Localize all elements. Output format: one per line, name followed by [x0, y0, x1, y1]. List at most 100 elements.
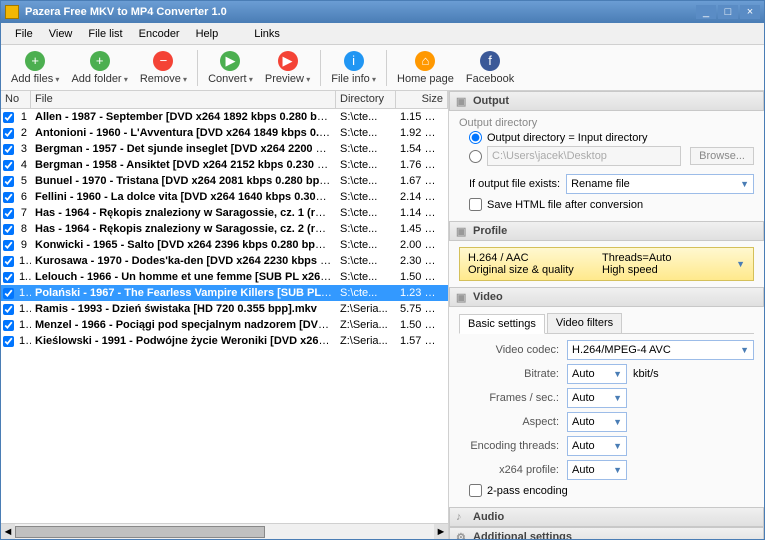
- table-row[interactable]: 8Has - 1964 - Rękopis znaleziony w Sarag…: [1, 221, 448, 237]
- row-checkbox[interactable]: [3, 304, 14, 315]
- row-checkbox[interactable]: [3, 208, 14, 219]
- menu-file[interactable]: File: [7, 26, 41, 42]
- profile-selector[interactable]: H.264 / AAC Original size & quality Thre…: [459, 247, 754, 281]
- 2pass-label: 2-pass encoding: [487, 485, 568, 497]
- toolbar-remove[interactable]: −Remove ▾: [134, 49, 193, 87]
- table-row[interactable]: 3Bergman - 1957 - Det sjunde inseglet [D…: [1, 141, 448, 157]
- facebook-icon: f: [480, 51, 500, 71]
- table-row[interactable]: 7Has - 1964 - Rękopis znaleziony w Sarag…: [1, 205, 448, 221]
- row-checkbox[interactable]: [3, 336, 14, 347]
- profile-panel-header[interactable]: ▣Profile: [449, 221, 764, 241]
- output-panel-header[interactable]: ▣Output: [449, 91, 764, 111]
- audio-panel-header[interactable]: ♪Audio: [449, 507, 764, 527]
- table-row[interactable]: 2Antonioni - 1960 - L'Avventura [DVD x26…: [1, 125, 448, 141]
- row-checkbox[interactable]: [3, 144, 14, 155]
- menu-file-list[interactable]: File list: [80, 26, 130, 42]
- col-no[interactable]: No: [1, 91, 31, 108]
- toolbar-convert[interactable]: ▶Convert ▾: [202, 49, 259, 87]
- fps-combo[interactable]: Auto▼: [567, 388, 627, 408]
- row-directory: S:\cte...: [336, 175, 396, 187]
- tab-basic-settings[interactable]: Basic settings: [459, 314, 545, 334]
- table-row[interactable]: 5Bunuel - 1970 - Tristana [DVD x264 2081…: [1, 173, 448, 189]
- table-row[interactable]: 10Kurosawa - 1970 - Dodes'ka-den [DVD x2…: [1, 253, 448, 269]
- file-exists-combo[interactable]: Rename file▼: [566, 174, 754, 194]
- threads-combo[interactable]: Auto▼: [567, 436, 627, 456]
- row-checkbox[interactable]: [3, 128, 14, 139]
- list-body[interactable]: 1Allen - 1987 - September [DVD x264 1892…: [1, 109, 448, 523]
- toolbar-facebook[interactable]: f Facebook: [460, 49, 520, 87]
- bitrate-combo[interactable]: Auto▼: [567, 364, 627, 384]
- codec-combo[interactable]: H.264/MPEG-4 AVC▼: [567, 340, 754, 360]
- toolbar-preview[interactable]: ▶Preview ▾: [259, 49, 316, 87]
- row-directory: S:\cte...: [336, 191, 396, 203]
- table-row[interactable]: 9Konwicki - 1965 - Salto [DVD x264 2396 …: [1, 237, 448, 253]
- row-size: 1.45 GB: [396, 223, 448, 235]
- horizontal-scrollbar[interactable]: ◄ ►: [1, 523, 448, 539]
- menu-help[interactable]: Help: [188, 26, 227, 42]
- threads-label: Encoding threads:: [459, 440, 559, 452]
- scroll-thumb[interactable]: [15, 526, 265, 538]
- close-button[interactable]: ×: [740, 5, 760, 19]
- toolbar-label: Facebook: [466, 73, 514, 85]
- row-number: 13: [15, 303, 31, 315]
- menu-links[interactable]: Links: [246, 26, 288, 42]
- col-directory[interactable]: Directory: [336, 91, 396, 108]
- col-size[interactable]: Size: [396, 91, 448, 108]
- chevron-down-icon: ▼: [740, 179, 749, 189]
- output-same-dir-radio[interactable]: [469, 131, 482, 144]
- table-row[interactable]: 1Allen - 1987 - September [DVD x264 1892…: [1, 109, 448, 125]
- convert-icon: ▶: [220, 51, 240, 71]
- menu-view[interactable]: View: [41, 26, 81, 42]
- scroll-right-arrow[interactable]: ►: [434, 524, 448, 539]
- save-html-checkbox[interactable]: [469, 198, 482, 211]
- output-custom-dir-radio[interactable]: [469, 150, 482, 163]
- chevron-down-icon: ▼: [613, 393, 622, 403]
- maximize-button[interactable]: □: [718, 5, 738, 19]
- row-checkbox[interactable]: [3, 256, 14, 267]
- row-checkbox[interactable]: [3, 240, 14, 251]
- table-row[interactable]: 14Menzel - 1966 - Pociągi pod specjalnym…: [1, 317, 448, 333]
- row-filename: Polański - 1967 - The Fearless Vampire K…: [31, 287, 336, 299]
- tab-video-filters[interactable]: Video filters: [547, 313, 622, 333]
- toolbar-home-page[interactable]: ⌂Home page: [391, 49, 460, 87]
- col-file[interactable]: File: [31, 91, 336, 108]
- output-path-input[interactable]: [487, 146, 681, 166]
- toolbar-file-info[interactable]: iFile info ▾: [325, 49, 382, 87]
- scroll-left-arrow[interactable]: ◄: [1, 524, 15, 539]
- toolbar-add-files[interactable]: +Add files ▾: [5, 49, 65, 87]
- table-row[interactable]: 12Polański - 1967 - The Fearless Vampire…: [1, 285, 448, 301]
- row-checkbox[interactable]: [3, 224, 14, 235]
- table-row[interactable]: 15Kieślowski - 1991 - Podwójne życie Wer…: [1, 333, 448, 349]
- minimize-button[interactable]: _: [696, 5, 716, 19]
- additional-panel-header[interactable]: ⚙Additional settings: [449, 527, 764, 539]
- app-icon: [5, 5, 19, 19]
- row-number: 9: [15, 239, 31, 251]
- table-row[interactable]: 4Bergman - 1958 - Ansiktet [DVD x264 215…: [1, 157, 448, 173]
- row-checkbox[interactable]: [3, 320, 14, 331]
- row-filename: Ramis - 1993 - Dzień świstaka [HD 720 0.…: [31, 303, 336, 315]
- codec-label: Video codec:: [459, 344, 559, 356]
- video-panel-header[interactable]: ▣Video: [449, 287, 764, 307]
- row-size: 1.23 GB: [396, 287, 448, 299]
- table-row[interactable]: 13Ramis - 1993 - Dzień świstaka [HD 720 …: [1, 301, 448, 317]
- table-row[interactable]: 11Lelouch - 1966 - Un homme et une femme…: [1, 269, 448, 285]
- menu-encoder[interactable]: Encoder: [131, 26, 188, 42]
- row-checkbox[interactable]: [3, 176, 14, 187]
- aspect-combo[interactable]: Auto▼: [567, 412, 627, 432]
- table-row[interactable]: 6Fellini - 1960 - La dolce vita [DVD x26…: [1, 189, 448, 205]
- 2pass-checkbox[interactable]: [469, 484, 482, 497]
- list-header: No File Directory Size: [1, 91, 448, 109]
- row-checkbox[interactable]: [3, 288, 14, 299]
- toolbar-add-folder[interactable]: +Add folder ▾: [65, 49, 133, 87]
- row-checkbox[interactable]: [3, 160, 14, 171]
- row-number: 3: [15, 143, 31, 155]
- file-list-panel: No File Directory Size 1Allen - 1987 - S…: [1, 91, 449, 539]
- x264-combo[interactable]: Auto▼: [567, 460, 627, 480]
- row-checkbox[interactable]: [3, 112, 14, 123]
- remove-icon: −: [153, 51, 173, 71]
- fps-label: Frames / sec.:: [459, 392, 559, 404]
- browse-button[interactable]: Browse...: [690, 147, 754, 165]
- row-checkbox[interactable]: [3, 192, 14, 203]
- row-checkbox[interactable]: [3, 272, 14, 283]
- row-filename: Kieślowski - 1991 - Podwójne życie Weron…: [31, 335, 336, 347]
